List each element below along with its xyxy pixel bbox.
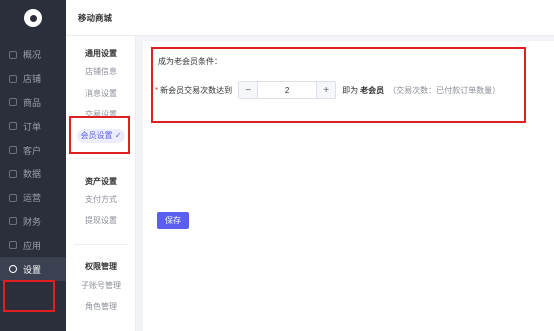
sidebar-item-store[interactable]: 店铺	[0, 67, 66, 91]
sidebar-item-orders[interactable]: 订单	[0, 114, 66, 138]
sidebar-item-finance[interactable]: 财务	[0, 210, 66, 234]
sidebar-item-customers[interactable]: 客户	[0, 138, 66, 162]
member-highlight-box	[69, 116, 130, 154]
sidebar-item-goods[interactable]: 商品	[0, 91, 66, 115]
sidebar-item-settings[interactable]: 设置	[0, 257, 66, 281]
subnav-item-subaccount[interactable]: 子账号管理	[66, 280, 136, 291]
main-nav: 概况 店铺 商品 订单 客户 数据 运营 财务 应用 设置	[0, 43, 66, 281]
overview-icon	[9, 50, 17, 59]
trade-count-input[interactable]	[257, 82, 318, 98]
save-button[interactable]: 保存	[157, 212, 189, 229]
settings-subnav: 通用设置 店铺信息 消息设置 交易设置 会员设置 ✓ 资产设置 支付方式 提现设…	[66, 36, 136, 331]
app-logo	[24, 9, 42, 27]
operation-icon	[9, 193, 17, 202]
sidebar-item-data[interactable]: 数据	[0, 162, 66, 186]
row-label: 新会员交易次数达到	[160, 85, 233, 95]
page-title: 移动商城	[78, 13, 113, 23]
sidebar-item-operation[interactable]: 运营	[0, 186, 66, 210]
sidebar-item-apps[interactable]: 应用	[0, 233, 66, 257]
subnav-item-role[interactable]: 角色管理	[66, 301, 136, 312]
apps-icon	[9, 241, 17, 250]
top-bar: 移动商城	[66, 0, 554, 36]
main-panel: 成为老会员条件： * 新会员交易次数达到 − + 即为 老会员 （交易次数：已付…	[143, 41, 554, 331]
subnav-item-payment[interactable]: 支付方式	[66, 194, 136, 205]
subnav-item-withdraw[interactable]: 提现设置	[66, 215, 136, 226]
condition-label: 成为老会员条件：	[158, 57, 222, 66]
logo-text: ...	[31, 27, 35, 32]
decrement-button[interactable]: −	[239, 82, 258, 98]
trade-count-hint: （交易次数：已付款订单数量）	[388, 85, 501, 95]
divider	[74, 244, 128, 245]
settings-highlight-box	[3, 280, 55, 312]
order-icon	[9, 122, 17, 131]
trade-count-stepper: − +	[238, 81, 337, 99]
main-sidebar: ... 概况 店铺 商品 订单 客户 数据 运营 财务 应用 设置	[0, 0, 66, 331]
suffix-term: 老会员	[360, 85, 385, 95]
sidebar-item-overview[interactable]: 概况	[0, 43, 66, 67]
store-icon	[9, 74, 17, 83]
data-icon	[9, 169, 17, 178]
subnav-item-message[interactable]: 消息设置	[66, 88, 136, 99]
suffix-pre: 即为	[342, 85, 359, 95]
group-title-general: 通用设置	[85, 49, 117, 58]
finance-icon	[9, 217, 17, 226]
subnav-item-store-info[interactable]: 店铺信息	[66, 66, 136, 77]
settings-icon	[9, 265, 17, 274]
goods-icon	[9, 98, 17, 107]
required-mark: *	[155, 85, 159, 95]
customer-icon	[9, 146, 17, 155]
member-condition-row: * 新会员交易次数达到 − + 即为 老会员 （交易次数：已付款订单数量）	[155, 81, 500, 99]
group-title-assets: 资产设置	[85, 177, 117, 186]
increment-button[interactable]: +	[317, 82, 336, 98]
group-title-permission: 权限管理	[85, 262, 117, 271]
divider	[74, 158, 128, 159]
